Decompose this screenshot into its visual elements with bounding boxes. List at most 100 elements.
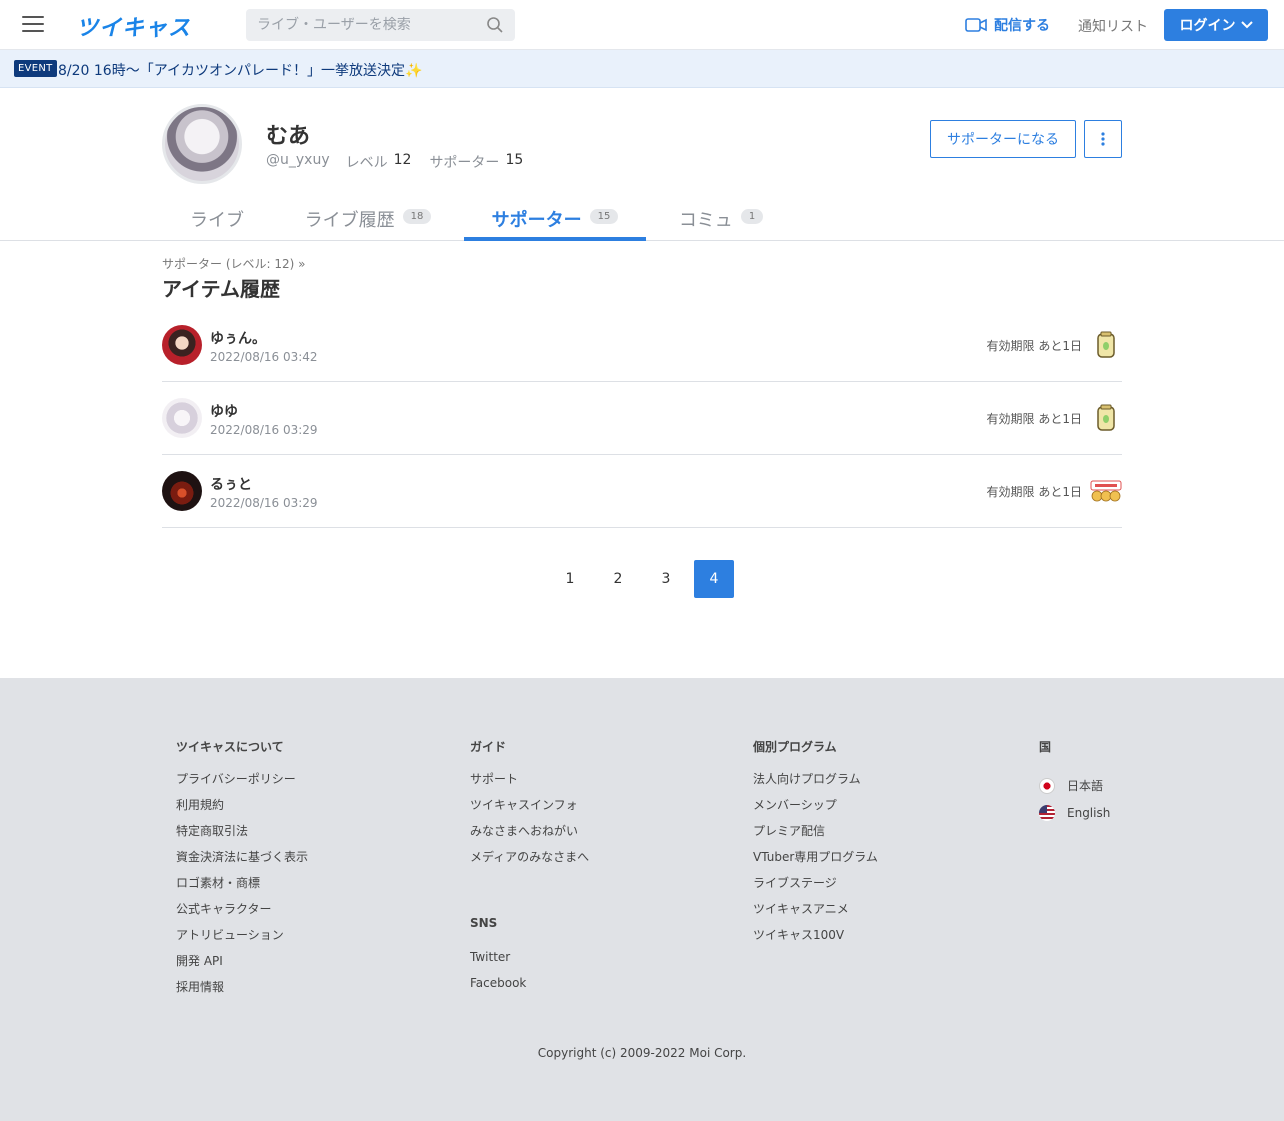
- profile-meta: @u_yxuy レベル 12 サポーター 15: [266, 152, 535, 172]
- item-expiry: 有効期限 あと1日: [986, 412, 1082, 426]
- footer-link[interactable]: ツイキャス100V: [753, 928, 878, 954]
- profile-tabs: ライブ ライブ履歴 18 サポーター 15 コミュ 1: [0, 198, 1284, 241]
- footer-heading: ツイキャスについて: [176, 740, 284, 754]
- broadcast-label: 配信する: [994, 18, 1050, 34]
- pagination: 1 2 3 4: [550, 560, 734, 598]
- list-item: ゆぅん。 2022/08/16 03:42 有効期限 あと1日: [162, 309, 1122, 382]
- tab-community[interactable]: コミュ 1: [664, 198, 778, 241]
- language-japanese[interactable]: 日本語: [1039, 772, 1110, 800]
- tab-label: サポーター: [491, 210, 582, 231]
- item-expiry: 有効期限 あと1日: [986, 485, 1082, 499]
- footer-link[interactable]: サポート: [470, 772, 589, 798]
- us-flag-icon: [1039, 805, 1055, 821]
- user-avatar[interactable]: [162, 471, 202, 511]
- login-button[interactable]: ログイン: [1164, 9, 1268, 41]
- search-box: [246, 9, 515, 41]
- tab-count: 15: [589, 209, 619, 224]
- hamburger-menu-icon[interactable]: [22, 16, 44, 34]
- user-avatar[interactable]: [162, 325, 202, 365]
- footer-link[interactable]: 法人向けプログラム: [753, 772, 878, 798]
- search-input[interactable]: [246, 9, 476, 41]
- footer-link[interactable]: 資金決済法に基づく表示: [176, 850, 308, 876]
- language-english[interactable]: English: [1039, 800, 1110, 826]
- logo[interactable]: ツイキャス: [76, 10, 191, 42]
- footer-link[interactable]: メディアのみなさまへ: [470, 850, 589, 876]
- footer-col-guide: ガイド サポート ツイキャスインフォ みなさまへおねがい メディアのみなさまへ …: [470, 738, 589, 1002]
- footer-col-country: 国 日本語 English: [1039, 738, 1110, 826]
- search-icon[interactable]: [486, 16, 504, 34]
- chevron-down-icon: [1240, 21, 1253, 29]
- user-name[interactable]: ゆぅん。: [210, 328, 266, 348]
- language-label: English: [1067, 806, 1111, 820]
- level-label: レベル: [345, 155, 388, 171]
- become-supporter-button[interactable]: サポーターになる: [930, 120, 1076, 158]
- broadcast-button[interactable]: 配信する: [965, 15, 1050, 35]
- tab-live-history[interactable]: ライブ履歴 18: [290, 198, 446, 241]
- footer-link[interactable]: みなさまへおねがい: [470, 824, 589, 850]
- footer-link[interactable]: ロゴ素材・商標: [176, 876, 308, 902]
- footer-link[interactable]: ライブステージ: [753, 876, 878, 902]
- event-banner[interactable]: EVENT 8/20 16時〜「アイカツオンパレード！」一挙放送決定✨: [0, 50, 1284, 88]
- page-title: アイテム履歴: [162, 277, 280, 301]
- tab-label: ライブ: [190, 210, 244, 231]
- page-link-current[interactable]: 4: [694, 560, 734, 598]
- supporter-label: サポーター: [429, 155, 500, 171]
- footer-link[interactable]: メンバーシップ: [753, 798, 878, 824]
- footer-link-twitter[interactable]: Twitter: [470, 950, 589, 976]
- user-name[interactable]: るぅと: [210, 474, 252, 494]
- more-options-button[interactable]: [1084, 120, 1122, 158]
- japan-flag-icon: [1039, 778, 1055, 794]
- user-avatar[interactable]: [162, 398, 202, 438]
- level-value: 12: [393, 152, 412, 168]
- footer-link[interactable]: 公式キャラクター: [176, 902, 308, 928]
- profile-avatar: [162, 104, 242, 184]
- event-text[interactable]: 8/20 16時〜「アイカツオンパレード！」一挙放送決定✨: [58, 60, 422, 80]
- item-date: 2022/08/16 03:29: [210, 423, 318, 437]
- tab-label: ライブ履歴: [304, 210, 395, 231]
- footer-heading: ガイド: [470, 740, 507, 754]
- footer-link[interactable]: アトリビューション: [176, 928, 308, 954]
- tab-count: 1: [740, 209, 764, 224]
- item-date: 2022/08/16 03:42: [210, 350, 318, 364]
- footer-link[interactable]: 開発 API: [176, 954, 308, 980]
- footer-link[interactable]: プレミア配信: [753, 824, 878, 850]
- page-link[interactable]: 3: [646, 560, 686, 598]
- header: ツイキャス 配信する 通知リスト ログイン: [0, 0, 1284, 50]
- list-item: ゆゆ 2022/08/16 03:29 有効期限 あと1日: [162, 382, 1122, 455]
- login-label: ログイン: [1179, 18, 1236, 34]
- tab-label: コミュ: [678, 210, 733, 231]
- item-snack-icon: [1090, 475, 1122, 507]
- footer-link[interactable]: 採用情報: [176, 980, 308, 1006]
- tab-count: 18: [402, 209, 432, 224]
- footer-heading: 国: [1039, 740, 1052, 754]
- footer: ツイキャスについて プライバシーポリシー 利用規約 特定商取引法 資金決済法に基…: [0, 678, 1284, 1121]
- footer-link[interactable]: ツイキャスインフォ: [470, 798, 589, 824]
- video-camera-icon: [965, 18, 987, 32]
- user-name[interactable]: ゆゆ: [210, 401, 238, 421]
- footer-link[interactable]: 特定商取引法: [176, 824, 308, 850]
- footer-heading: 個別プログラム: [753, 740, 837, 754]
- supporter-count: 15: [505, 152, 524, 168]
- tab-live[interactable]: ライブ: [176, 198, 258, 241]
- event-badge: EVENT: [14, 60, 57, 77]
- footer-link[interactable]: 利用規約: [176, 798, 308, 824]
- footer-link-facebook[interactable]: Facebook: [470, 976, 589, 1002]
- item-bottle-icon: [1090, 329, 1122, 361]
- page-link[interactable]: 2: [598, 560, 638, 598]
- footer-link[interactable]: プライバシーポリシー: [176, 772, 308, 798]
- footer-col-programs: 個別プログラム 法人向けプログラム メンバーシップ プレミア配信 VTuber専…: [753, 738, 878, 954]
- footer-heading-sns: SNS: [470, 916, 498, 930]
- item-bottle-icon: [1090, 402, 1122, 434]
- profile-name: むあ: [266, 124, 311, 149]
- item-expiry: 有効期限 あと1日: [986, 339, 1082, 353]
- item-date: 2022/08/16 03:29: [210, 496, 318, 510]
- tab-supporter[interactable]: サポーター 15: [464, 198, 646, 241]
- list-item: るぅと 2022/08/16 03:29 有効期限 あと1日: [162, 455, 1122, 528]
- notification-list-link[interactable]: 通知リスト: [1078, 16, 1148, 36]
- footer-col-about: ツイキャスについて プライバシーポリシー 利用規約 特定商取引法 資金決済法に基…: [176, 738, 308, 1006]
- footer-link[interactable]: ツイキャスアニメ: [753, 902, 878, 928]
- language-label: 日本語: [1067, 779, 1104, 793]
- page-link[interactable]: 1: [550, 560, 590, 598]
- footer-link[interactable]: VTuber専用プログラム: [753, 850, 878, 876]
- breadcrumb[interactable]: サポーター (レベル: 12) »: [162, 255, 305, 272]
